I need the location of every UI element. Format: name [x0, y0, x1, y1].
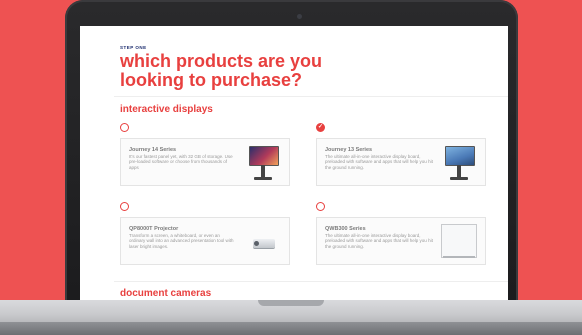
product-card-qp8000t[interactable]: QP8000T Projector Transform a screen, a …	[120, 217, 290, 265]
product-description: The ultimate all-in-one interactive disp…	[325, 233, 433, 249]
product-name: Journey 14 Series	[129, 147, 177, 153]
whiteboard-icon	[441, 223, 477, 261]
product-description: It's our fastest panel yet, with 32 GB o…	[129, 154, 233, 170]
product-description: The ultimate all-in-one interactive disp…	[325, 154, 433, 170]
interactive-display-icon	[245, 144, 281, 182]
webcam-icon	[297, 14, 302, 19]
section-title-document-cameras: document cameras	[120, 288, 212, 299]
product-name: QWB300 Series	[325, 226, 366, 232]
section-divider	[114, 96, 508, 97]
product-card-journey-13[interactable]: Journey 13 Series The ultimate all-in-on…	[316, 138, 486, 186]
product-card-journey-14[interactable]: Journey 14 Series It's our fastest panel…	[120, 138, 290, 186]
laptop-base-shadow	[0, 322, 582, 335]
product-name: Journey 13 Series	[325, 147, 373, 153]
page-title: which products are you looking to purcha…	[120, 51, 323, 90]
radio-qp8000t[interactable]	[120, 202, 129, 211]
radio-qwb300[interactable]	[316, 202, 325, 211]
projector-icon	[245, 223, 281, 261]
product-description: Transform a screen, a whiteboard, or eve…	[129, 233, 234, 249]
interactive-display-icon	[441, 144, 477, 182]
step-label: STEP ONE	[120, 45, 147, 50]
section-title-interactive-displays: interactive displays	[120, 104, 213, 115]
product-name: QP8000T Projector	[129, 226, 179, 232]
laptop-hinge-notch	[258, 300, 324, 306]
product-card-qwb300[interactable]: QWB300 Series The ultimate all-in-one in…	[316, 217, 486, 265]
browser-viewport: STEP ONE which products are you looking …	[80, 26, 508, 302]
radio-journey-14[interactable]	[120, 123, 129, 132]
section-divider	[114, 281, 508, 282]
radio-journey-13[interactable]: ✓	[316, 123, 325, 132]
